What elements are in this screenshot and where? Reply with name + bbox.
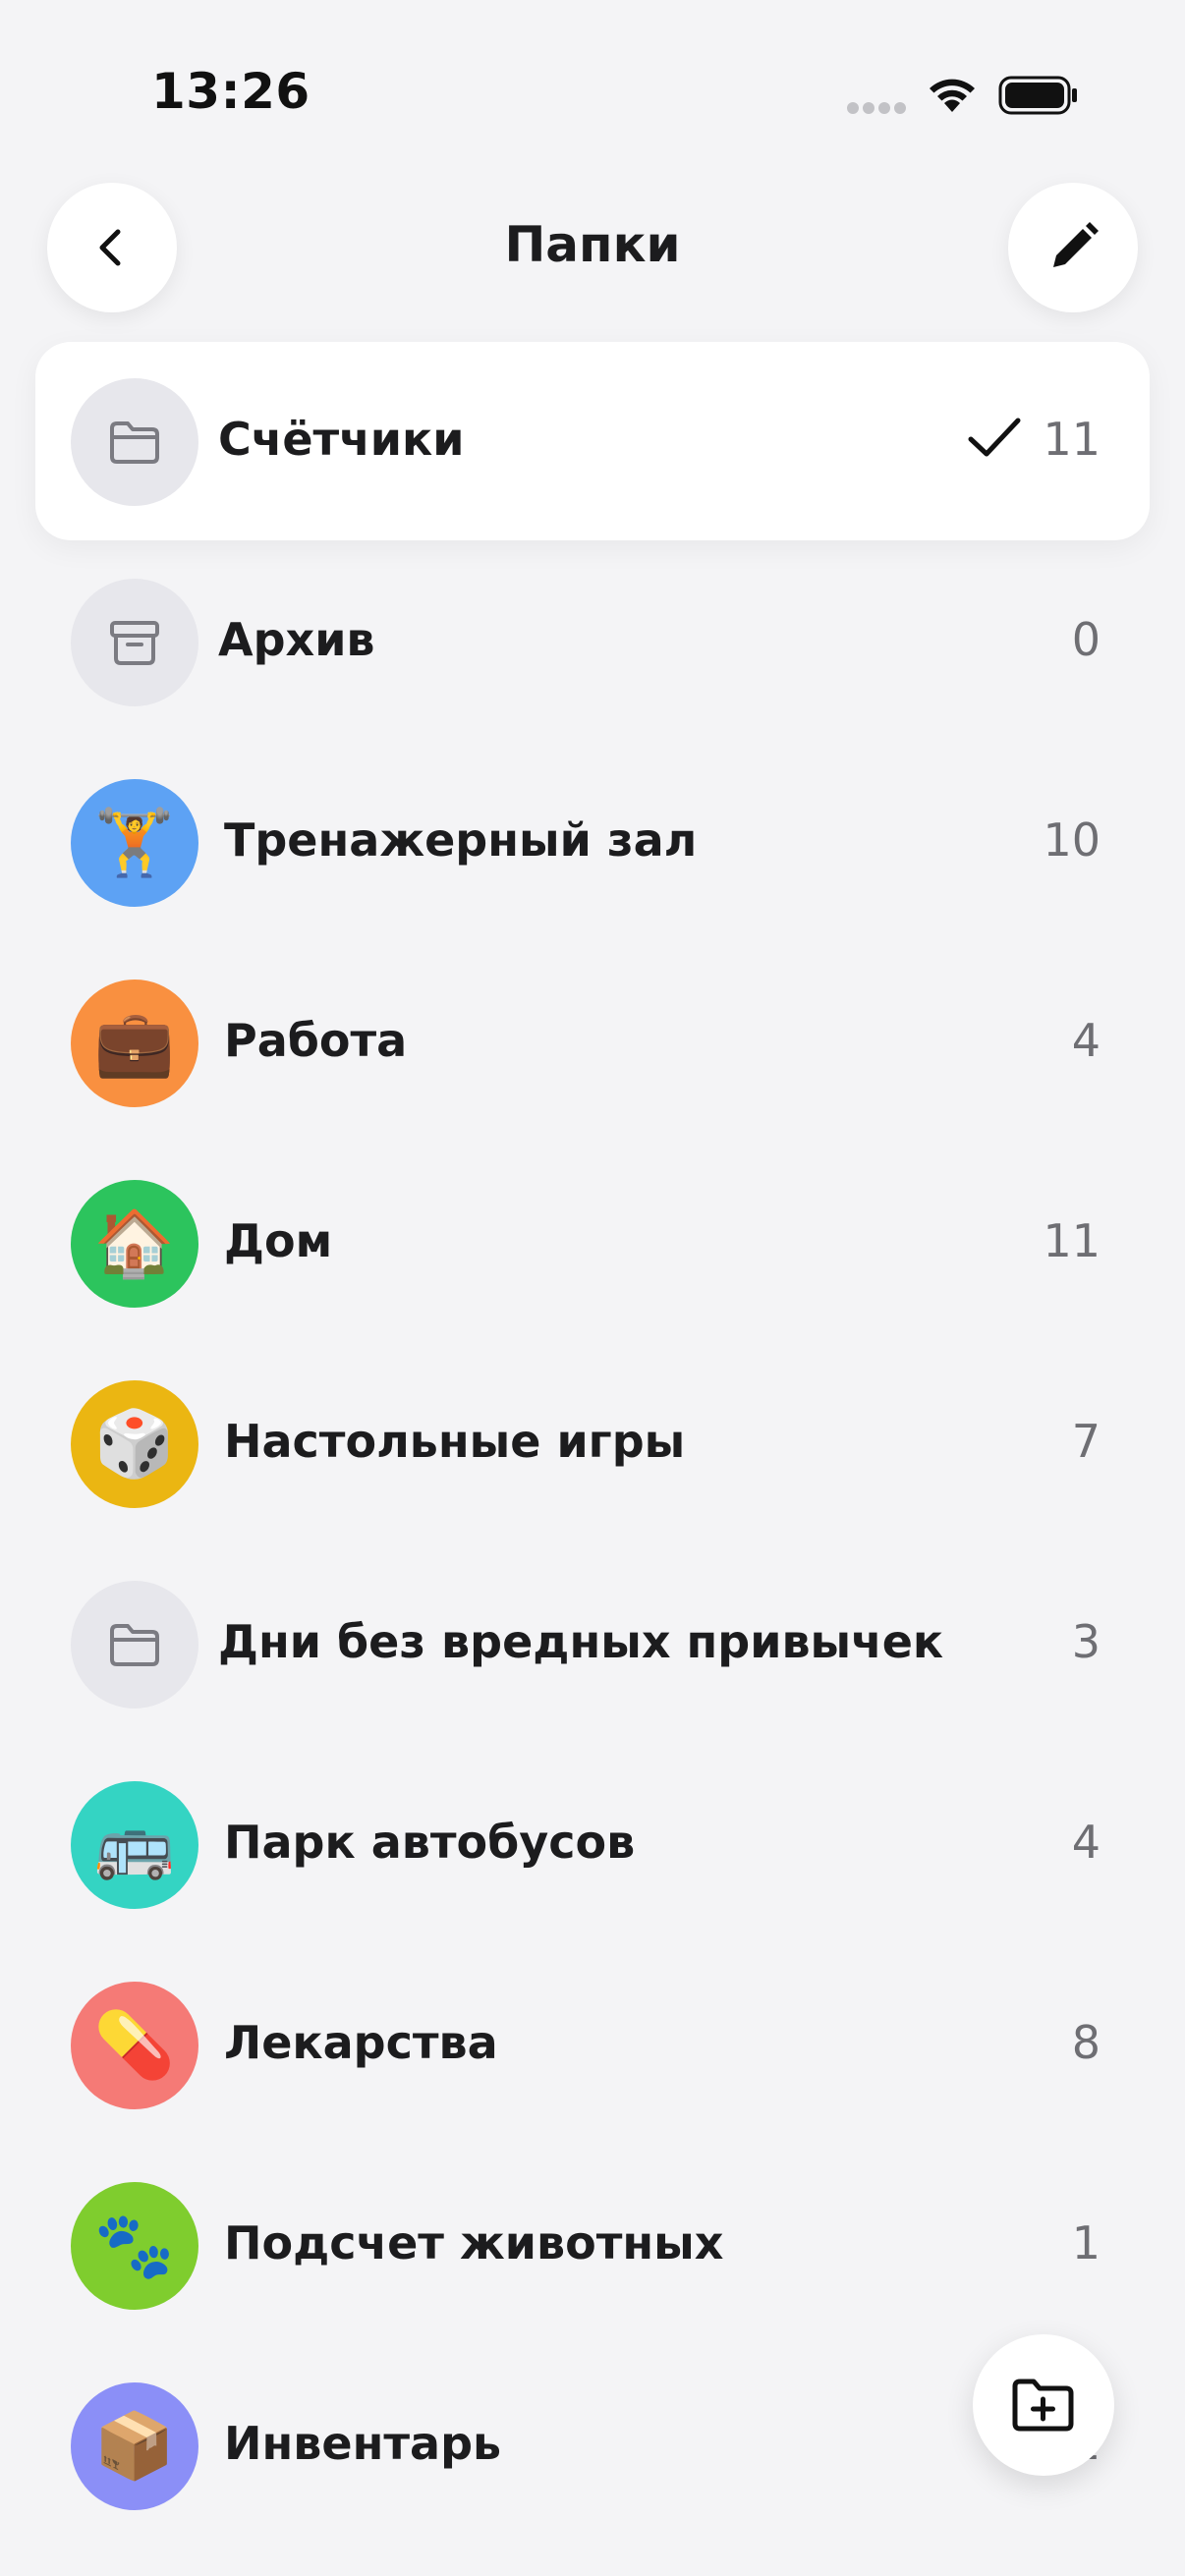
folder-row-gym[interactable]: 🏋️ Тренажерный зал 10 [35,743,1150,941]
folder-row-counters[interactable]: Счётчики 11 [35,342,1150,540]
folder-name: Парк автобусов [224,1816,636,1869]
folder-icon-circle [71,378,198,506]
folder-row-bus-park[interactable]: 🚌 Парк автобусов 4 [35,1745,1150,1943]
folder-icon-circle [71,1581,198,1708]
edit-button[interactable] [1008,183,1138,312]
folder-name: Счётчики [218,413,465,466]
folder-count: 11 [1043,413,1100,466]
folder-name: Подсчет животных [224,2216,724,2269]
battery-icon [998,76,1077,115]
package-icon: 📦 [71,2382,198,2510]
folder-count: 7 [1071,1415,1100,1468]
pencil-icon [1053,222,1099,267]
archive-box-icon [110,621,159,665]
folder-row-medicine[interactable]: 💊 Лекарства 8 [35,1945,1150,2144]
folder-name: Настольные игры [224,1415,686,1468]
folder-row-work[interactable]: 💼 Работа 4 [35,943,1150,1142]
folder-icon-circle [71,579,198,706]
folder-count: 11 [1043,1214,1100,1267]
folder-name: Лекарства [224,2016,498,2069]
status-time: 13:26 [151,63,310,120]
folder-count: 8 [1071,2016,1100,2069]
wifi-icon [930,79,975,112]
folder-row-board-games[interactable]: 🎲 Настольные игры 7 [35,1344,1150,1542]
folder-name: Архив [218,613,375,666]
folder-icon [110,1624,159,1666]
checkmark-icon [968,418,1021,457]
folder-name: Дом [224,1214,333,1267]
folder-row-habit-free-days[interactable]: Дни без вредных привычек 3 [35,1544,1150,1743]
folder-icon [110,421,159,464]
weightlifter-icon: 🏋️ [71,779,198,907]
pill-icon: 💊 [71,1982,198,2109]
cellular-signal-icon [847,102,906,116]
house-icon: 🏠 [71,1180,198,1308]
folder-count: 1 [1071,2216,1100,2269]
folder-name: Работа [224,1014,408,1067]
status-bar: 13:26 [0,0,1185,187]
folder-count: 4 [1071,1014,1100,1067]
bus-icon: 🚌 [71,1781,198,1909]
folder-row-animal-count[interactable]: 🐾 Подсчет животных 1 [35,2146,1150,2344]
briefcase-icon: 💼 [71,980,198,1107]
folder-plus-icon [1012,2379,1074,2432]
dice-icon: 🎲 [71,1380,198,1508]
folder-count: 3 [1071,1615,1100,1668]
folder-name: Тренажерный зал [224,813,698,867]
folder-name: Дни без вредных привычек [218,1615,944,1668]
folder-row-archive[interactable]: Архив 0 [35,542,1150,741]
folder-count: 0 [1071,613,1100,666]
add-folder-button[interactable] [973,2334,1114,2476]
folder-count: 10 [1043,813,1100,867]
paw-prints-icon: 🐾 [71,2182,198,2310]
folder-count: 4 [1071,1816,1100,1869]
folder-row-home[interactable]: 🏠 Дом 11 [35,1144,1150,1342]
folders-screen: 13:26 Папки Счётчики 11 Архив 0 🏋️ Трена… [0,0,1185,2576]
folder-name: Инвентарь [224,2417,502,2470]
